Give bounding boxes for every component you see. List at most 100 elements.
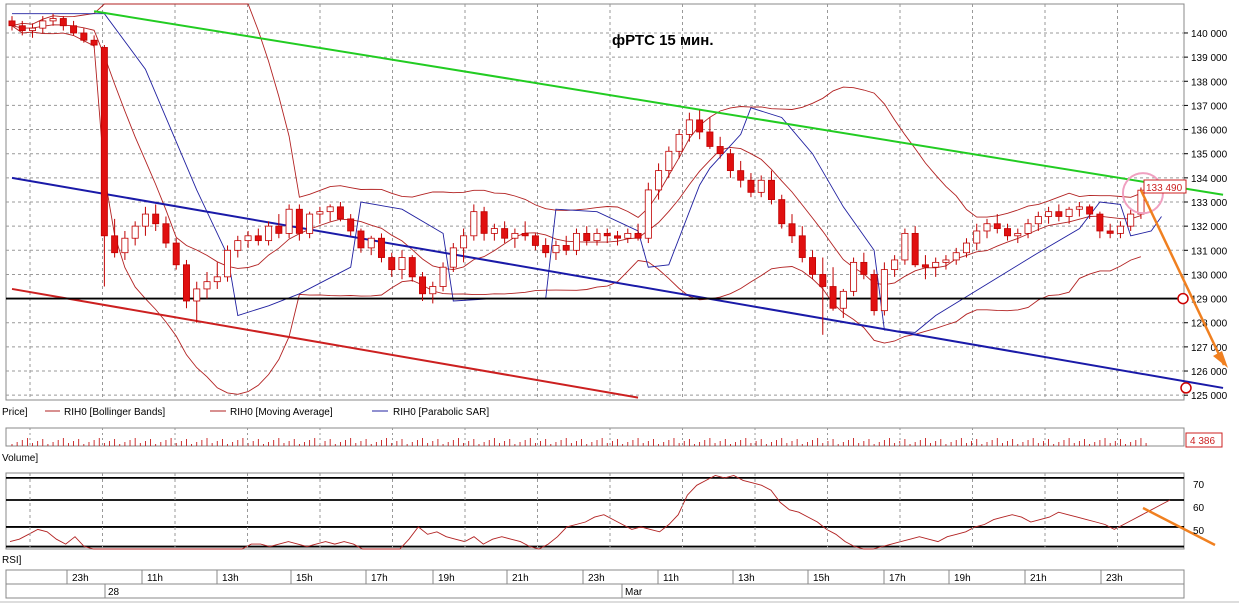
candle-down	[295, 208, 303, 234]
price-tick-label: 126 000	[1191, 367, 1228, 378]
candle-up	[973, 230, 981, 244]
price-tick-label: 131 000	[1191, 246, 1228, 257]
candle-down	[696, 119, 704, 133]
time-label: 17h	[889, 573, 906, 584]
candle-up	[490, 228, 498, 234]
candle-down	[80, 32, 88, 41]
candle-down	[542, 245, 550, 254]
candle-up	[644, 189, 652, 239]
price-tick-label: 128 000	[1191, 319, 1228, 330]
candle-up	[141, 213, 149, 227]
candle-up	[757, 179, 765, 193]
candle-down	[408, 257, 416, 278]
candle-down	[911, 232, 919, 266]
candle-down	[603, 232, 611, 237]
candle-down	[501, 228, 509, 239]
candle-up	[572, 232, 580, 251]
candle-down	[90, 39, 98, 46]
candle-up	[326, 206, 334, 213]
candle-down	[706, 131, 714, 147]
time-label: 21h	[512, 573, 529, 584]
candle-down	[111, 235, 119, 254]
time-label: 23h	[1106, 573, 1123, 584]
candle-down	[716, 146, 724, 155]
rsi-panel-frame	[5, 472, 1185, 550]
legend-ma: RIH0 [Moving Average]	[230, 407, 333, 418]
candle-up	[244, 235, 252, 242]
chart-svg: 125 000126 000127 000128 000129 000130 0…	[0, 3, 1239, 603]
candle-down	[737, 170, 745, 181]
candle-up	[1014, 232, 1022, 237]
candle-up	[1075, 206, 1083, 210]
candle-up	[193, 288, 201, 302]
candle-up	[121, 237, 129, 254]
candle-up	[850, 261, 858, 292]
candle-up	[962, 242, 970, 254]
candle-down	[254, 235, 262, 242]
date-label: 28	[108, 587, 120, 598]
time-label: 13h	[222, 573, 239, 584]
time-label: 19h	[438, 573, 455, 584]
candle-up	[839, 290, 847, 309]
candle-down	[583, 232, 591, 242]
panel-frames	[0, 3, 1239, 603]
candle-down	[798, 235, 806, 258]
legend-psar: RIH0 [Parabolic SAR]	[393, 407, 489, 418]
candle-up	[1127, 213, 1135, 227]
volume-last-value: 4 386	[1190, 436, 1215, 447]
candle-up	[665, 150, 673, 172]
candle-up	[952, 252, 960, 261]
candle-up	[285, 208, 293, 234]
candle-up	[224, 249, 232, 278]
candle-up	[891, 259, 899, 271]
candle-down	[870, 274, 878, 312]
candle-down	[182, 264, 190, 302]
candle-down	[521, 232, 529, 237]
time-label: 17h	[371, 573, 388, 584]
time-label: 23h	[588, 573, 605, 584]
candle-down	[778, 199, 786, 225]
price-tick-label: 137 000	[1191, 101, 1228, 112]
price-tick-label: 129 000	[1191, 295, 1228, 306]
candle-down	[162, 223, 170, 244]
candle-down	[336, 206, 344, 220]
candle-up	[429, 286, 437, 295]
rsi-panel-label: RSI]	[2, 555, 22, 566]
level-marker	[1177, 292, 1189, 305]
price-tick-label: 130 000	[1191, 270, 1228, 281]
candle-up	[316, 211, 324, 215]
price-tick-label: 134 000	[1191, 174, 1228, 185]
rsi-tick-70: 70	[1193, 480, 1205, 491]
candle-up	[1116, 225, 1124, 234]
candle-down	[59, 18, 67, 27]
price-tick-label: 139 000	[1191, 53, 1228, 64]
candle-up	[1065, 208, 1073, 217]
candle-down	[1096, 213, 1104, 232]
candle-up	[449, 247, 457, 268]
candle-down	[921, 264, 929, 268]
candle-down	[767, 179, 775, 200]
date-label: Mar	[625, 587, 643, 598]
candle-up	[880, 269, 888, 312]
candle-down	[347, 218, 355, 232]
candle-up	[901, 232, 909, 261]
price-panel-label: Price]	[2, 407, 28, 418]
candle-down	[1086, 206, 1094, 215]
candle-up	[1045, 211, 1053, 217]
time-label: 11h	[663, 573, 679, 584]
candle-up	[398, 257, 406, 271]
candle-up	[1024, 223, 1032, 234]
candle-down	[100, 47, 108, 237]
price-tick-label: 125 000	[1191, 391, 1228, 402]
level-marker	[1180, 382, 1192, 394]
candle-down	[70, 25, 78, 34]
candle-up	[932, 261, 940, 268]
candle-down	[377, 237, 385, 258]
candle-down	[275, 225, 283, 234]
candle-down	[419, 276, 427, 295]
time-label: 15h	[296, 573, 313, 584]
time-label: 11h	[147, 573, 163, 584]
price-tick-label: 135 000	[1191, 150, 1228, 161]
candle-down	[1004, 228, 1012, 237]
price-tick-label: 132 000	[1191, 222, 1228, 233]
